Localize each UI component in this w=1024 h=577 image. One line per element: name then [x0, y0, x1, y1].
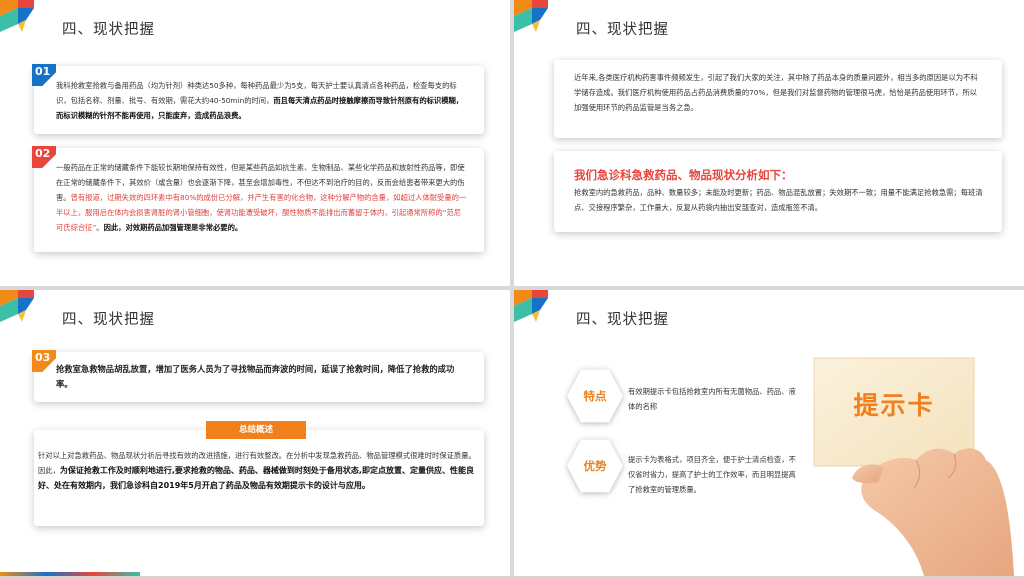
badge-02: 02: [32, 146, 56, 168]
hand-holding-card-icon: [813, 357, 1014, 576]
page-title: 四、现状把握: [62, 312, 155, 328]
analysis-title: 我们急诊科急救药品、物品现状分析如下：: [574, 168, 793, 182]
slide-3: 四、现状把握 03 抢救室急救物品胡乱放置，增加了医务人员为了寻找物品而奔波的时…: [0, 290, 510, 576]
cube-logo-icon: [0, 290, 34, 322]
slide-2: 四、现状把握 近年来,各类医疗机构药害事件频频发生，引起了我们大家的关注，其中除…: [514, 0, 1024, 286]
cube-logo-icon: [0, 0, 34, 32]
cube-logo-icon: [514, 290, 548, 322]
info-card-1: 01 我科抢救室抢救与备用药品（均为针剂）种类达50多种，每种药品最少为5支，每…: [32, 64, 484, 134]
summary-tab: 总结概述: [206, 421, 306, 439]
feature-1-label: 特点: [567, 369, 623, 423]
intro-card: 近年来,各类医疗机构药害事件频频发生，引起了我们大家的关注，其中除了药品本身的质…: [554, 60, 1002, 138]
card-label: 提示卡: [853, 391, 935, 420]
slide-4: 四、现状把握 特点 有效期提示卡包括抢救室内所有无菌物品、药品、液体的名称 优势…: [514, 290, 1024, 576]
summary-card: 总结概述 针对以上对急救药品、物品现状分析后寻找有效的改进措施，进行有效整改。在…: [34, 421, 484, 526]
intro-text: 近年来,各类医疗机构药害事件频频发生，引起了我们大家的关注，其中除了药品本身的质…: [574, 73, 978, 112]
badge-01: 01: [32, 64, 56, 86]
feature-2-text: 提示卡为表格式，项目齐全，便于护士清点检查，不仅省时省力，提高了护士的工作效率，…: [628, 455, 796, 494]
analysis-text: 抢救室内的急救药品，品种、数量较多；未能及时更新；药品、物品混乱放置；失效期不一…: [574, 188, 983, 212]
cube-logo-icon: [514, 0, 548, 32]
page-title: 四、现状把握: [576, 312, 669, 328]
page-title: 四、现状把握: [62, 22, 155, 38]
card-2-text: 一般药品在正常的储藏条件下能较长期地保持有效性，但是某些药品如抗生素、生物制品、…: [56, 163, 467, 232]
decorative-strip: [0, 572, 140, 576]
feature-hex-1: 特点: [566, 367, 624, 425]
info-card-3: 03 抢救室急救物品胡乱放置，增加了医务人员为了寻找物品而奔波的时间，延误了抢救…: [32, 350, 484, 402]
feature-1-text: 有效期提示卡包括抢救室内所有无菌物品、药品、液体的名称: [628, 387, 796, 411]
feature-hex-2: 优势: [566, 437, 624, 495]
badge-03: 03: [32, 350, 56, 372]
feature-2-label: 优势: [567, 439, 623, 493]
slide-1: 四、现状把握 01 我科抢救室抢救与备用药品（均为针剂）种类达50多种，每种药品…: [0, 0, 510, 286]
card-1-text: 我科抢救室抢救与备用药品（均为针剂）种类达50多种，每种药品最少为5支，每天护士…: [56, 81, 464, 120]
info-card-2: 02 一般药品在正常的储藏条件下能较长期地保持有效性，但是某些药品如抗生素、生物…: [32, 146, 484, 252]
analysis-card: 我们急诊科急救药品、物品现状分析如下： 抢救室内的急救药品，品种、数量较多；未能…: [554, 151, 1002, 232]
card-3-text: 抢救室急救物品胡乱放置，增加了医务人员为了寻找物品而奔波的时间，延误了抢救时间，…: [56, 364, 455, 389]
page-title: 四、现状把握: [576, 22, 669, 38]
summary-text: 针对以上对急救药品、物品现状分析后寻找有效的改进措施，进行有效整改。在分析中发现…: [38, 451, 476, 490]
